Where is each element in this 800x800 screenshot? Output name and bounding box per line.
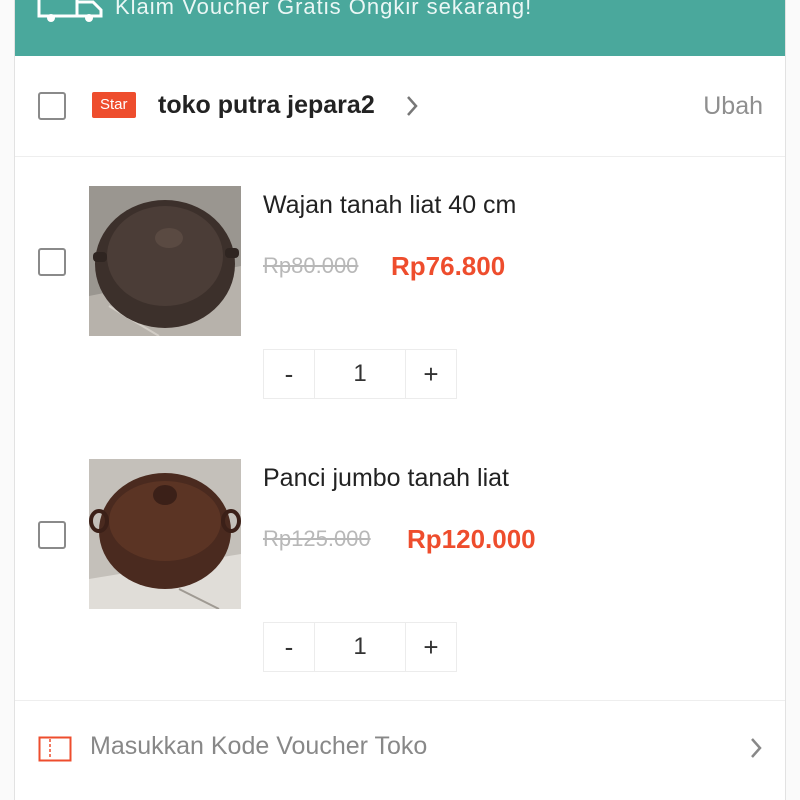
shop-header: Star toko putra jepara2 Ubah <box>15 58 785 156</box>
edit-button[interactable]: Ubah <box>703 92 763 121</box>
voucher-ticket-icon <box>38 736 72 767</box>
cart-shop-card: Klaim Voucher Gratis Ongkir sekarang! St… <box>15 0 785 800</box>
free-shipping-banner[interactable]: Klaim Voucher Gratis Ongkir sekarang! <box>15 0 785 56</box>
sale-price: Rp120.000 <box>407 524 536 554</box>
shop-voucher-row[interactable]: Masukkan Kode Voucher Toko <box>15 700 785 800</box>
shop-name[interactable]: toko putra jepara2 <box>158 91 375 120</box>
chevron-right-icon[interactable] <box>749 736 763 765</box>
chevron-right-icon[interactable] <box>405 94 419 123</box>
product-name[interactable]: Panci jumbo tanah liat <box>263 464 509 493</box>
product-name[interactable]: Wajan tanah liat 40 cm <box>263 191 516 220</box>
banner-text: Klaim Voucher Gratis Ongkir sekarang! <box>115 0 533 19</box>
product-image-clay-wok[interactable] <box>89 186 241 336</box>
quantity-input[interactable]: 1 <box>314 623 406 671</box>
voucher-code-label: Masukkan Kode Voucher Toko <box>90 732 428 760</box>
quantity-stepper: - 1 + <box>263 622 457 672</box>
screen-edge-right <box>785 0 800 800</box>
original-price: Rp125.000 <box>263 526 371 551</box>
decrease-quantity-button[interactable]: - <box>264 623 315 671</box>
shop-select-checkbox[interactable] <box>38 92 66 120</box>
sale-price: Rp76.800 <box>391 251 506 281</box>
decrease-quantity-button[interactable]: - <box>264 350 315 398</box>
truck-icon <box>37 0 107 29</box>
item-select-checkbox[interactable] <box>38 521 66 549</box>
screen-edge-left <box>0 0 15 800</box>
cart-item: Panci jumbo tanah liat Rp125.000 Rp120.0… <box>15 430 785 700</box>
quantity-input[interactable]: 1 <box>314 350 406 398</box>
cart-item: Wajan tanah liat 40 cm Rp80.000 Rp76.800… <box>15 157 785 427</box>
quantity-stepper: - 1 + <box>263 349 457 399</box>
star-seller-badge: Star <box>92 92 136 118</box>
increase-quantity-button[interactable]: + <box>405 623 456 671</box>
item-select-checkbox[interactable] <box>38 248 66 276</box>
original-price: Rp80.000 <box>263 253 359 278</box>
product-image-clay-pot[interactable] <box>89 459 241 609</box>
increase-quantity-button[interactable]: + <box>405 350 456 398</box>
